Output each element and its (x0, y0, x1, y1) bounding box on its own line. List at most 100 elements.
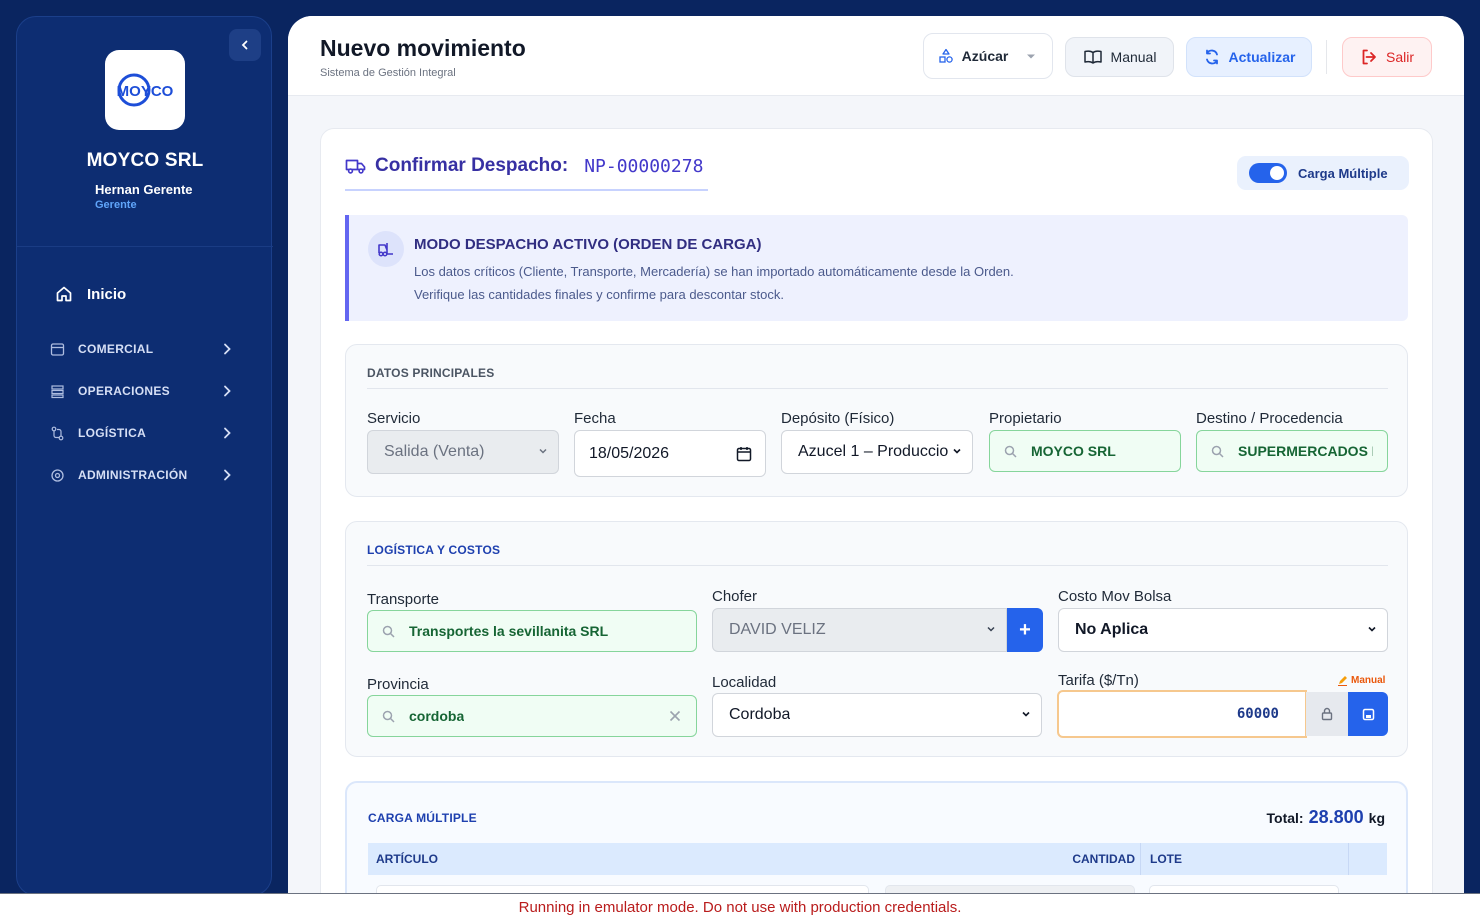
localidad-label: Localidad (712, 674, 777, 691)
add-driver-button[interactable]: + (1007, 608, 1043, 652)
nav-administracion-label: ADMINISTRACIÓN (78, 468, 188, 482)
fecha-value: 18/05/2026 (589, 444, 670, 462)
fecha-label: Fecha (574, 410, 616, 427)
emulator-notice: Running in emulator mode. Do not use wit… (0, 893, 1480, 920)
nav-administracion[interactable]: ADMINISTRACIÓN (49, 463, 241, 487)
servicio-select[interactable]: Salida (Venta) (367, 430, 559, 474)
refresh-button-label: Actualizar (1228, 49, 1296, 65)
moyco-logo-icon: MOYCO (117, 73, 174, 107)
sidebar-divider (17, 246, 273, 247)
col-cantidad: CANTIDAD (1072, 852, 1135, 866)
destino-search[interactable]: SUPERMERCADOS M/ (1196, 430, 1388, 472)
chevron-down-icon (539, 448, 547, 454)
chevron-right-icon (224, 469, 231, 481)
page-title: Nuevo movimiento (320, 35, 526, 61)
chofer-select[interactable]: DAVID VELIZ (712, 608, 1007, 652)
load-total: Total: 28.800 kg (1267, 807, 1385, 828)
chevron-right-icon (224, 343, 231, 355)
gear-icon (50, 468, 64, 482)
save-tarifa-button[interactable] (1348, 692, 1388, 736)
alert-line-2: Verifique las cantidades finales y confi… (414, 287, 784, 302)
sidebar: MOYCO MOYCO SRL Hernan Gerente Gerente I… (16, 16, 273, 896)
localidad-value: Cordoba (729, 706, 791, 723)
nav-inicio-label: Inicio (87, 285, 127, 303)
manual-tag-label: Manual (1351, 675, 1386, 686)
localidad-select[interactable]: Cordoba (712, 693, 1042, 737)
transporte-value: Transportes la sevillanita SRL (409, 623, 609, 639)
forklift-icon (368, 231, 404, 267)
servicio-value: Salida (Venta) (384, 443, 485, 460)
multiple-load-toggle[interactable]: Carga Múltiple (1237, 156, 1409, 190)
search-icon (1211, 445, 1224, 458)
page-subtitle: Sistema de Gestión Integral (320, 67, 456, 79)
top-header: Nuevo movimiento Sistema de Gestión Inte… (288, 16, 1464, 96)
collapse-sidebar-button[interactable] (229, 29, 261, 61)
search-icon (382, 625, 395, 638)
refresh-icon (1205, 49, 1218, 65)
multiple-load-label: Carga Múltiple (1298, 165, 1388, 181)
chevron-right-icon (224, 427, 231, 439)
fecha-input[interactable]: 18/05/2026 (574, 430, 766, 477)
tarifa-value: 60000 (1236, 706, 1279, 722)
costo-value: No Aplica (1075, 621, 1149, 638)
deposito-value: Azucel 1 – Produccio (798, 443, 949, 460)
tarifa-input[interactable]: 60000 (1057, 690, 1307, 738)
destino-label: Destino / Procedencia (1196, 410, 1343, 427)
refresh-button[interactable]: Actualizar (1186, 37, 1312, 77)
manual-button-label: Manual (1110, 49, 1157, 65)
book-icon (1083, 50, 1102, 64)
movement-form-card: Confirmar Despacho: NP-00000278 Carga Mú… (320, 128, 1433, 920)
nav-logistica-label: LOGÍSTICA (78, 426, 147, 440)
col-articulo: ARTÍCULO (376, 852, 438, 866)
nav-comercial[interactable]: COMERCIAL (49, 337, 241, 361)
toggle-switch[interactable] (1249, 163, 1287, 183)
header-divider (1326, 40, 1327, 74)
company-name: MOYCO SRL (86, 150, 204, 171)
logistics-section: LOGÍSTICA Y COSTOS Transporte Transporte… (345, 521, 1408, 757)
lock-button[interactable] (1306, 692, 1348, 736)
servicio-label: Servicio (367, 410, 421, 427)
propietario-search[interactable]: MOYCO SRL (989, 430, 1181, 472)
route-icon (51, 426, 63, 440)
alert-title: MODO DESPACHO ACTIVO (ORDEN DE CARGA) (414, 236, 762, 253)
nav-operaciones[interactable]: OPERACIONES (49, 379, 241, 403)
transporte-search[interactable]: Transportes la sevillanita SRL (367, 610, 697, 652)
calendar-icon[interactable] (736, 446, 752, 462)
dispatch-mode-alert: MODO DESPACHO ACTIVO (ORDEN DE CARGA) Lo… (345, 215, 1408, 321)
logout-icon (1362, 49, 1376, 65)
logout-button[interactable]: Salir (1342, 37, 1432, 77)
manual-button[interactable]: Manual (1065, 37, 1174, 77)
store-icon (50, 342, 64, 356)
nav-inicio[interactable]: Inicio (55, 285, 126, 303)
provincia-value: cordoba (409, 708, 465, 724)
shapes-icon (939, 48, 953, 63)
caret-down-icon (1027, 54, 1036, 59)
tarifa-label: Tarifa ($/Tn) (1058, 672, 1139, 689)
product-selector-button[interactable]: Azúcar (923, 33, 1053, 79)
deposito-select[interactable]: Azucel 1 – Produccio (781, 430, 973, 474)
search-icon (382, 710, 395, 723)
chevron-left-icon (241, 40, 248, 50)
logistics-title: LOGÍSTICA Y COSTOS (367, 543, 501, 557)
destino-value: SUPERMERCADOS M/ (1238, 443, 1373, 459)
manual-tag: Manual (1337, 675, 1385, 686)
header-separator (1348, 843, 1349, 875)
pencil-icon (1338, 676, 1347, 686)
provincia-search[interactable]: cordoba (367, 695, 697, 737)
main-data-title: DATOS PRINCIPALES (367, 366, 495, 380)
costo-select[interactable]: No Aplica (1058, 608, 1388, 652)
user-name: Hernan Gerente (95, 182, 193, 197)
main-data-section: DATOS PRINCIPALES Servicio Salida (Venta… (345, 344, 1408, 497)
stack-icon (50, 384, 64, 398)
chevron-down-icon (953, 448, 961, 454)
clear-icon[interactable] (669, 710, 681, 722)
heading-underline (345, 189, 708, 191)
chevron-right-icon (224, 385, 231, 397)
user-role: Gerente (95, 199, 137, 211)
product-selector-label: Azúcar (961, 48, 1009, 64)
confirm-dispatch-heading: Confirmar Despacho: NP-00000278 (345, 155, 703, 177)
section-divider (367, 388, 1388, 389)
chevron-down-icon (987, 626, 995, 632)
nav-logistica[interactable]: LOGÍSTICA (49, 421, 241, 445)
chevron-down-icon (1022, 711, 1030, 717)
